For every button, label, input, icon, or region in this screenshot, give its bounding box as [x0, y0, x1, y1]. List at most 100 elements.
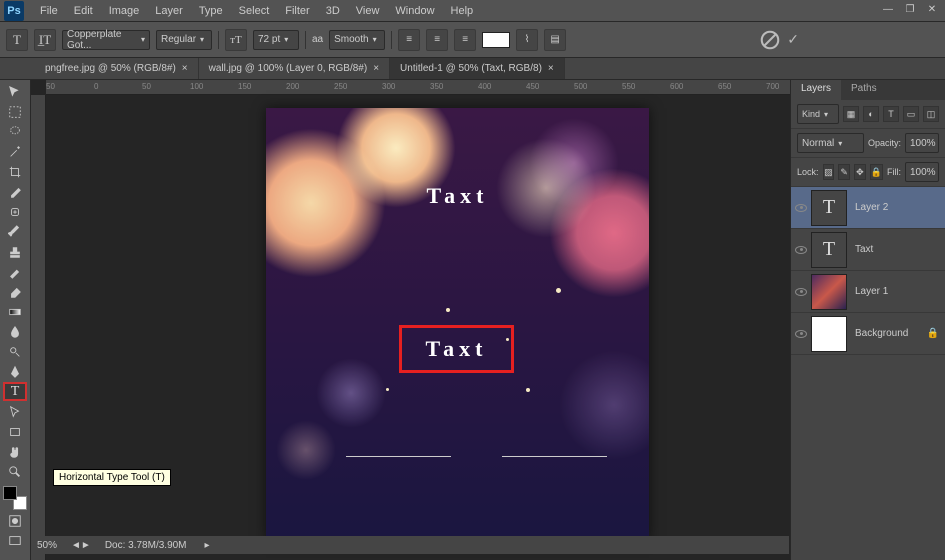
menu-select[interactable]: Select — [231, 2, 278, 20]
align-left-icon[interactable]: ≡ — [398, 29, 420, 51]
lasso-tool[interactable] — [3, 122, 27, 141]
layer-item[interactable]: Layer 1 — [791, 271, 945, 313]
chevron-right-icon[interactable]: ▸ — [205, 540, 210, 551]
font-family-dropdown[interactable]: Copperplate Got...▾ — [62, 30, 150, 50]
filter-kind-dropdown[interactable]: Kind▾ — [797, 104, 839, 124]
filter-type-icon[interactable]: T — [883, 106, 899, 122]
magic-wand-tool[interactable] — [3, 142, 27, 161]
screen-mode-tool[interactable] — [3, 531, 27, 550]
canvas-text-upper[interactable]: Taxt — [427, 183, 489, 209]
layer-thumbnail[interactable] — [811, 274, 847, 310]
layer-name[interactable]: Layer 2 — [855, 202, 888, 213]
lock-pixels-icon[interactable]: ✎ — [838, 164, 850, 180]
menu-view[interactable]: View — [348, 2, 388, 20]
stamp-tool[interactable] — [3, 242, 27, 261]
blend-mode-dropdown[interactable]: Normal▾ — [797, 133, 864, 153]
close-icon[interactable]: × — [182, 63, 188, 74]
document-canvas[interactable]: Taxt Taxt — [266, 108, 649, 540]
menu-window[interactable]: Window — [387, 2, 442, 20]
quick-mask-tool[interactable] — [3, 511, 27, 530]
lock-all-icon[interactable]: 🔒 — [870, 164, 883, 180]
close-button[interactable]: ✕ — [923, 2, 941, 16]
layer-thumbnail[interactable]: T — [811, 190, 847, 226]
filter-adjust-icon[interactable]: ◐ — [863, 106, 879, 122]
filter-shape-icon[interactable]: ▭ — [903, 106, 919, 122]
cancel-edit-icon[interactable] — [759, 29, 781, 51]
tab-untitled[interactable]: Untitled-1 @ 50% (Taxt, RGB/8)× — [390, 58, 565, 79]
visibility-toggle[interactable] — [791, 330, 811, 338]
hand-tool[interactable] — [3, 442, 27, 461]
visibility-toggle[interactable] — [791, 204, 811, 212]
align-right-icon[interactable]: ≡ — [454, 29, 476, 51]
menu-layer[interactable]: Layer — [147, 2, 191, 20]
lock-icon: 🔒 — [927, 328, 939, 339]
type-tool[interactable]: T — [3, 382, 27, 401]
menu-help[interactable]: Help — [443, 2, 482, 20]
path-select-tool[interactable] — [3, 402, 27, 421]
layer-name[interactable]: Layer 1 — [855, 286, 888, 297]
commit-edit-icon[interactable]: ✓ — [787, 31, 799, 48]
gradient-tool[interactable] — [3, 302, 27, 321]
menu-file[interactable]: File — [32, 2, 66, 20]
visibility-toggle[interactable] — [791, 246, 811, 254]
tab-pngfree[interactable]: pngfree.jpg @ 50% (RGB/8#)× — [35, 58, 199, 79]
crop-tool[interactable] — [3, 162, 27, 181]
visibility-toggle[interactable] — [791, 288, 811, 296]
font-size-dropdown[interactable]: 72 pt▾ — [253, 30, 299, 50]
filter-smart-icon[interactable]: ◫ — [923, 106, 939, 122]
filter-pixel-icon[interactable]: ▦ — [843, 106, 859, 122]
text-color-swatch[interactable] — [482, 32, 510, 48]
layer-name[interactable]: Background — [855, 328, 908, 339]
type-tool-preset-icon[interactable]: T — [6, 29, 28, 51]
zoom-value[interactable]: 50% — [37, 540, 57, 551]
zoom-tool[interactable] — [3, 462, 27, 481]
layer-item[interactable]: Background 🔒 — [791, 313, 945, 355]
menu-type[interactable]: Type — [191, 2, 231, 20]
menu-image[interactable]: Image — [101, 2, 148, 20]
rectangle-tool[interactable] — [3, 422, 27, 441]
menu-filter[interactable]: Filter — [277, 2, 317, 20]
blur-tool[interactable] — [3, 322, 27, 341]
tab-wall[interactable]: wall.jpg @ 100% (Layer 0, RGB/8#)× — [199, 58, 390, 79]
lock-position-icon[interactable]: ✥ — [854, 164, 866, 180]
lock-transparent-icon[interactable]: ▨ — [823, 164, 835, 180]
tab-paths[interactable]: Paths — [841, 80, 887, 100]
color-picker[interactable] — [3, 486, 27, 510]
antialias-dropdown[interactable]: Smooth▾ — [329, 30, 385, 50]
close-icon[interactable]: × — [548, 63, 554, 74]
text-selection-box[interactable]: Taxt — [399, 325, 514, 373]
fill-dropdown[interactable]: 100% — [905, 162, 939, 182]
layer-name[interactable]: Taxt — [855, 244, 873, 255]
layer-thumbnail[interactable]: T — [811, 232, 847, 268]
dodge-tool[interactable] — [3, 342, 27, 361]
character-panel-icon[interactable]: ▤ — [544, 29, 566, 51]
layer-item[interactable]: T Layer 2 — [791, 187, 945, 229]
layer-item[interactable]: T Taxt — [791, 229, 945, 271]
scrubber-icon[interactable]: ◄► — [71, 540, 91, 551]
marquee-tool[interactable] — [3, 102, 27, 121]
eraser-tool[interactable] — [3, 282, 27, 301]
font-family-value: Copperplate Got... — [67, 29, 137, 51]
tab-layers[interactable]: Layers — [791, 80, 841, 100]
canvas-text-lower[interactable]: Taxt — [426, 336, 488, 362]
minimize-button[interactable]: — — [879, 2, 897, 16]
divider-line — [502, 456, 607, 457]
history-brush-tool[interactable] — [3, 262, 27, 281]
menu-edit[interactable]: Edit — [66, 2, 101, 20]
tools-panel: T — [0, 80, 31, 560]
align-center-icon[interactable]: ≡ — [426, 29, 448, 51]
healing-tool[interactable] — [3, 202, 27, 221]
opacity-dropdown[interactable]: 100% — [905, 133, 939, 153]
move-tool[interactable] — [3, 82, 27, 101]
warp-text-icon[interactable]: ⌇ — [516, 29, 538, 51]
layer-thumbnail[interactable] — [811, 316, 847, 352]
toggle-orientation-icon[interactable]: I̲T — [34, 29, 56, 51]
close-icon[interactable]: × — [373, 63, 379, 74]
brush-tool[interactable] — [3, 222, 27, 241]
font-style-dropdown[interactable]: Regular▾ — [156, 30, 212, 50]
pen-tool[interactable] — [3, 362, 27, 381]
menu-3d[interactable]: 3D — [318, 2, 348, 20]
eyedropper-tool[interactable] — [3, 182, 27, 201]
maximize-button[interactable]: ❐ — [901, 2, 919, 16]
foreground-color[interactable] — [3, 486, 17, 500]
